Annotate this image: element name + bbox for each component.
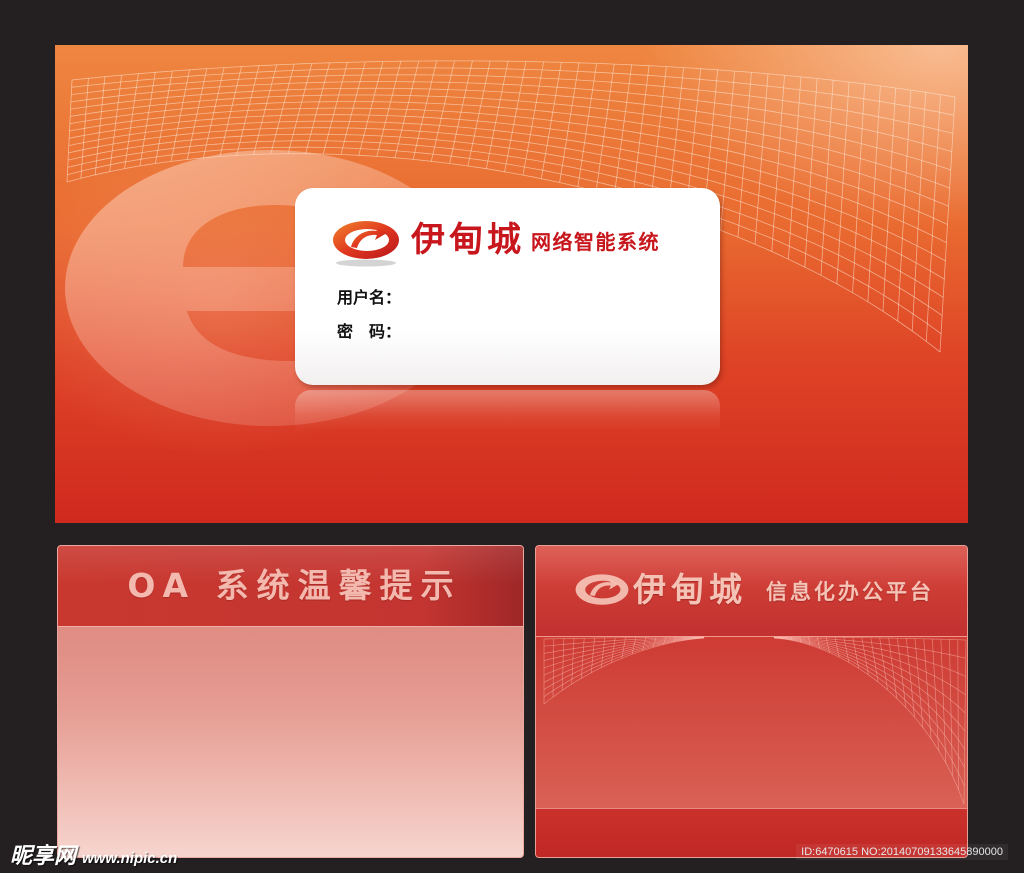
username-label: 用户名： <box>337 288 402 307</box>
mesh-line <box>932 638 939 751</box>
notice-panel-title: OA 系统温馨提示 <box>127 566 462 605</box>
brand-name: 伊甸城 <box>411 220 525 260</box>
login-card: 伊甸城 网络智能系统 用户名： 密 码： <box>295 188 720 385</box>
mesh-line <box>773 636 966 695</box>
mesh-line <box>552 638 555 698</box>
mesh-line <box>957 639 959 790</box>
site-watermark: 昵享网 www.nipic.cn <box>10 842 177 870</box>
notice-panel-body <box>58 627 523 857</box>
mesh-line <box>581 638 585 679</box>
design-canvas: 伊甸城 网络智能系统 用户名： 密 码： OA 系统温馨提示 伊甸城 信息化办公… <box>0 0 1024 873</box>
notice-panel: OA 系统温馨提示 <box>57 545 524 858</box>
mesh-line <box>940 639 947 763</box>
mesh-grid-decoration <box>543 636 967 805</box>
brand-subtitle: 网络智能系统 <box>531 230 660 254</box>
image-id-watermark: ID:6470615 NO:20140709133645890000 <box>796 844 1008 860</box>
mesh-line <box>543 637 705 676</box>
mesh-line <box>949 639 953 776</box>
login-card-reflection <box>295 390 720 432</box>
mesh-line <box>773 637 965 805</box>
notice-panel-header: OA 系统温馨提示 <box>58 546 523 627</box>
mesh-line <box>773 637 965 750</box>
mesh-line <box>571 638 575 685</box>
password-input[interactable] <box>413 320 683 344</box>
mesh-line <box>963 639 967 805</box>
e-swirl-logo-icon <box>330 218 402 268</box>
mesh-line <box>561 638 565 691</box>
username-input[interactable] <box>413 286 683 310</box>
watermark-site-url: www.nipic.cn <box>82 850 178 867</box>
password-label: 密 码： <box>337 322 402 341</box>
platform-panel: 伊甸城 信息化办公平台 <box>535 545 968 858</box>
watermark-site-name: 昵享网 <box>10 843 77 868</box>
login-screen-panel: 伊甸城 网络智能系统 用户名： 密 码： <box>55 45 968 523</box>
